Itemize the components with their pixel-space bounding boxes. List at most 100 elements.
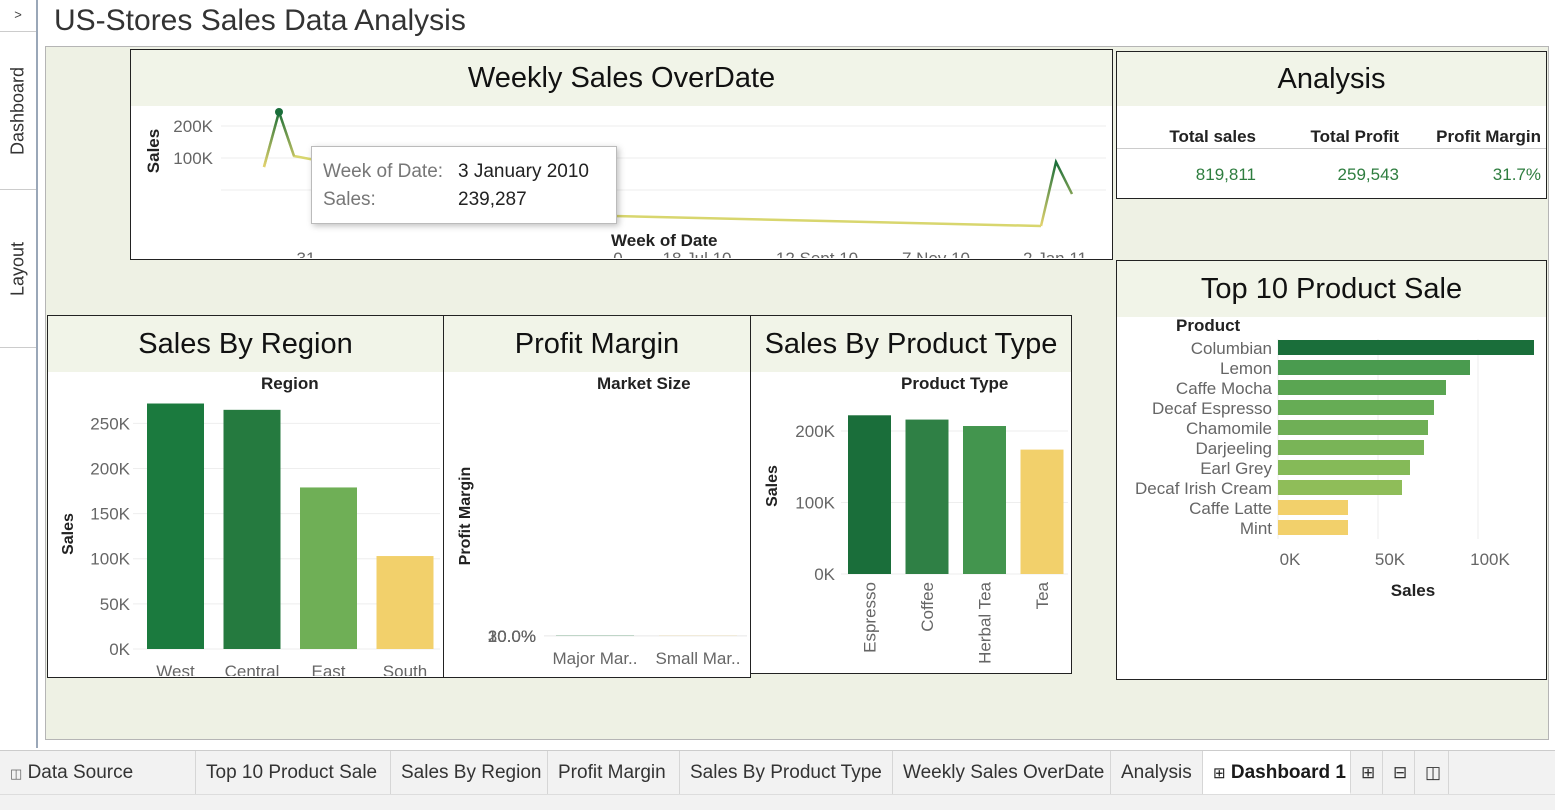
x-tick: 7 Nov 10 (902, 249, 970, 258)
x-tick: Tea (1033, 581, 1052, 609)
x-tick: West (156, 662, 195, 676)
bar[interactable] (147, 403, 204, 649)
selected-point[interactable] (275, 108, 283, 116)
kpi-header: Total sales (1169, 127, 1256, 146)
tab-sales-by-product-type[interactable]: Sales By Product Type (680, 751, 893, 795)
tab-data-source[interactable]: ◫ Data Source (0, 751, 196, 795)
product-type-bar-chart[interactable]: Sales 200K 100K 0K Espresso Coffee Herbal Tea T… (751, 396, 1070, 672)
y-tick: Columbian (1191, 339, 1272, 358)
bar[interactable] (1278, 380, 1446, 395)
y-axis-label: Sales (144, 129, 163, 173)
tab-analysis[interactable]: Analysis (1111, 751, 1203, 795)
sales-by-product-type-panel[interactable]: Sales By Product Type Product Type Sales… (750, 315, 1072, 674)
new-worksheet-icon[interactable]: ⊞ (1351, 751, 1383, 795)
x-tick: East (311, 662, 345, 676)
x-tick: Small Mar.. (655, 649, 740, 668)
margin-bar-chart[interactable]: Profit Margin30.0%20.0%10.0%0.0%Major Ma… (444, 396, 749, 676)
bar[interactable] (1278, 500, 1348, 515)
x-axis-label: Week of Date (611, 231, 718, 250)
sales-line-spike[interactable] (262, 107, 296, 168)
y-tick: Decaf Espresso (1152, 399, 1272, 418)
dashboard-icon: ⊞ (1213, 765, 1226, 782)
rail-tab-label: Layout (7, 241, 28, 296)
x-tick: Central (225, 662, 280, 676)
y-tick: 100K (90, 550, 130, 569)
expand-rail-button[interactable]: > (0, 0, 36, 32)
tab-weekly-sales[interactable]: Weekly Sales OverDate (893, 751, 1111, 795)
top10-panel[interactable]: Top 10 Product Sale Product 0K 50K 100K Colu… (1116, 260, 1547, 680)
tab-dashboard-1[interactable]: ⊞ Dashboard 1 (1203, 751, 1351, 795)
database-icon: ◫ (10, 766, 23, 781)
sales-by-region-panel[interactable]: Sales By Region Region Sales 250K 200K 150K… (47, 315, 444, 678)
sales-line-spike[interactable] (1039, 158, 1074, 227)
bar[interactable] (848, 415, 891, 574)
x-tick: 31 (297, 249, 316, 258)
bar[interactable] (1278, 460, 1410, 475)
bar[interactable] (1278, 420, 1428, 435)
bar[interactable] (1278, 480, 1402, 495)
y-tick: 200K (795, 422, 835, 441)
region-bar-chart[interactable]: Sales 250K 200K 150K 100K 50K 0K West Central Eas… (48, 396, 442, 676)
y-tick: 100K (795, 494, 835, 513)
column-header: Product Type (901, 374, 1009, 393)
panel-title: Sales By Product Type (751, 316, 1071, 372)
x-tick: Herbal Tea (976, 581, 995, 663)
y-tick: 0K (814, 565, 835, 584)
tooltip-value: 3 January 2010 (458, 161, 589, 182)
x-tick: Major Mar.. (552, 649, 637, 668)
bar[interactable] (300, 487, 357, 649)
column-header: Product (1176, 317, 1241, 335)
analysis-panel[interactable]: Analysis Total sales Total Profit Profit… (1116, 51, 1547, 199)
kpi-header: Total Profit (1310, 127, 1399, 146)
side-rail: > Dashboard Layout (0, 0, 38, 748)
y-tick: Caffe Latte (1189, 499, 1272, 518)
panel-title: Weekly Sales OverDate (131, 50, 1112, 106)
tab-top10[interactable]: Top 10 Product Sale (196, 751, 391, 795)
tab-profit-margin[interactable]: Profit Margin (548, 751, 680, 795)
y-tick: 250K (90, 414, 130, 433)
kpi-header: Profit Margin (1436, 127, 1541, 146)
new-story-icon[interactable]: ◫ (1415, 751, 1449, 795)
profit-margin-panel[interactable]: Profit Margin Market Size Profit Margin 3… (443, 315, 751, 678)
y-axis-label: Sales (60, 513, 77, 555)
x-tick: 0K (1280, 550, 1301, 569)
x-tick: South (383, 662, 427, 676)
x-tick: Espresso (861, 582, 880, 653)
panel-title: Top 10 Product Sale (1117, 261, 1546, 317)
divider (1117, 148, 1546, 149)
column-header: Market Size (597, 374, 691, 393)
tab-sales-by-region[interactable]: Sales By Region (391, 751, 548, 795)
bar[interactable] (1278, 440, 1424, 455)
x-tick: Coffee (918, 582, 937, 632)
bar[interactable] (905, 419, 949, 574)
rail-tab-layout[interactable]: Layout (0, 190, 36, 348)
panel-title: Analysis (1117, 52, 1546, 106)
tab-label: Weekly Sales OverDate (903, 762, 1105, 783)
bar[interactable] (1278, 360, 1470, 375)
column-header: Region (261, 374, 319, 393)
weekly-sales-panel[interactable]: Weekly Sales OverDate Sales 200K 100K 31… (130, 49, 1113, 260)
y-axis-label: Profit Margin (457, 467, 474, 566)
kpi-profit-margin: 31.7% (1492, 165, 1541, 184)
bar[interactable] (1278, 520, 1348, 535)
tooltip: Week of Date: 3 January 2010 Sales: 239,… (311, 146, 617, 224)
bar[interactable] (376, 556, 434, 649)
kpi-total-sales: 819,811 (1195, 165, 1256, 184)
bar[interactable] (223, 409, 281, 649)
bar[interactable] (963, 426, 1006, 574)
top10-bar-chart[interactable]: Product 0K 50K 100K ColumbianLemonCaffe Moch… (1117, 317, 1545, 607)
y-tick: Decaf Irish Cream (1135, 479, 1272, 498)
tab-label: Top 10 Product Sale (206, 762, 378, 783)
x-tick: 12 Sept 10 (776, 249, 858, 258)
panel-title: Profit Margin (444, 316, 750, 372)
new-dashboard-icon[interactable]: ⊟ (1383, 751, 1415, 795)
bar[interactable] (1020, 449, 1064, 574)
y-tick: Darjeeling (1195, 439, 1272, 458)
rail-tab-dashboard[interactable]: Dashboard (0, 32, 36, 190)
rail-tab-label: Dashboard (7, 66, 28, 155)
status-bar (0, 794, 1555, 810)
bar[interactable] (1278, 400, 1434, 415)
bar[interactable] (1278, 340, 1534, 355)
panel-title: Sales By Region (48, 316, 443, 372)
y-tick: Earl Grey (1200, 459, 1272, 478)
